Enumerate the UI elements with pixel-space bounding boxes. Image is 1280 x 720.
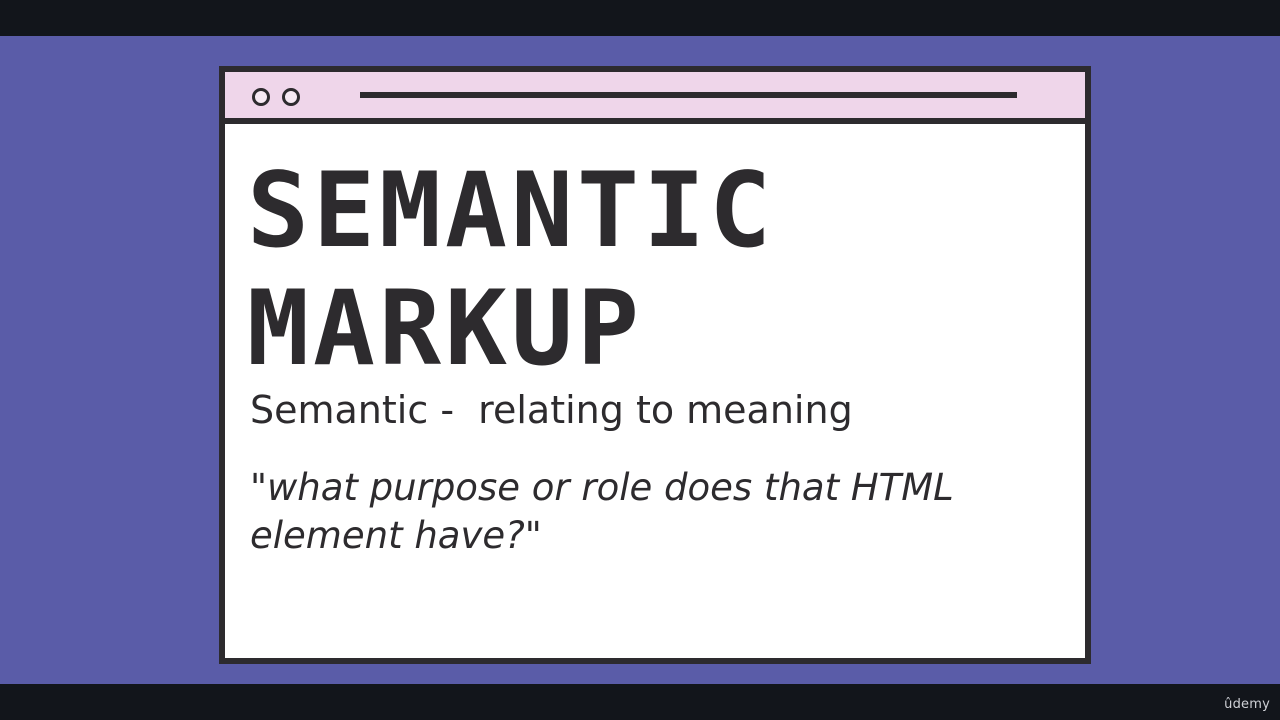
browser-window-slide: SEMANTIC MARKUP Semantic - relating to m… — [219, 66, 1091, 664]
browser-titlebar — [225, 72, 1085, 124]
definition-text: Semantic - relating to meaning — [250, 388, 853, 432]
quote-line-1: "what purpose or role does that HTML — [250, 466, 954, 509]
address-bar-line — [360, 92, 1017, 98]
slide-title-line-1: SEMANTIC — [247, 151, 776, 271]
video-bottom-bar: ûdemy — [0, 684, 1280, 720]
udemy-watermark: ûdemy — [1224, 697, 1270, 712]
quote-text: "what purpose or role does that HTML ele… — [250, 464, 1050, 560]
slide-title: SEMANTIC MARKUP — [247, 152, 775, 388]
window-control-dot-icon — [282, 88, 300, 106]
video-top-bar — [0, 0, 1280, 36]
slide-title-line-2: MARKUP — [247, 269, 644, 389]
quote-line-2: element have?" — [250, 514, 542, 557]
window-control-dot-icon — [252, 88, 270, 106]
